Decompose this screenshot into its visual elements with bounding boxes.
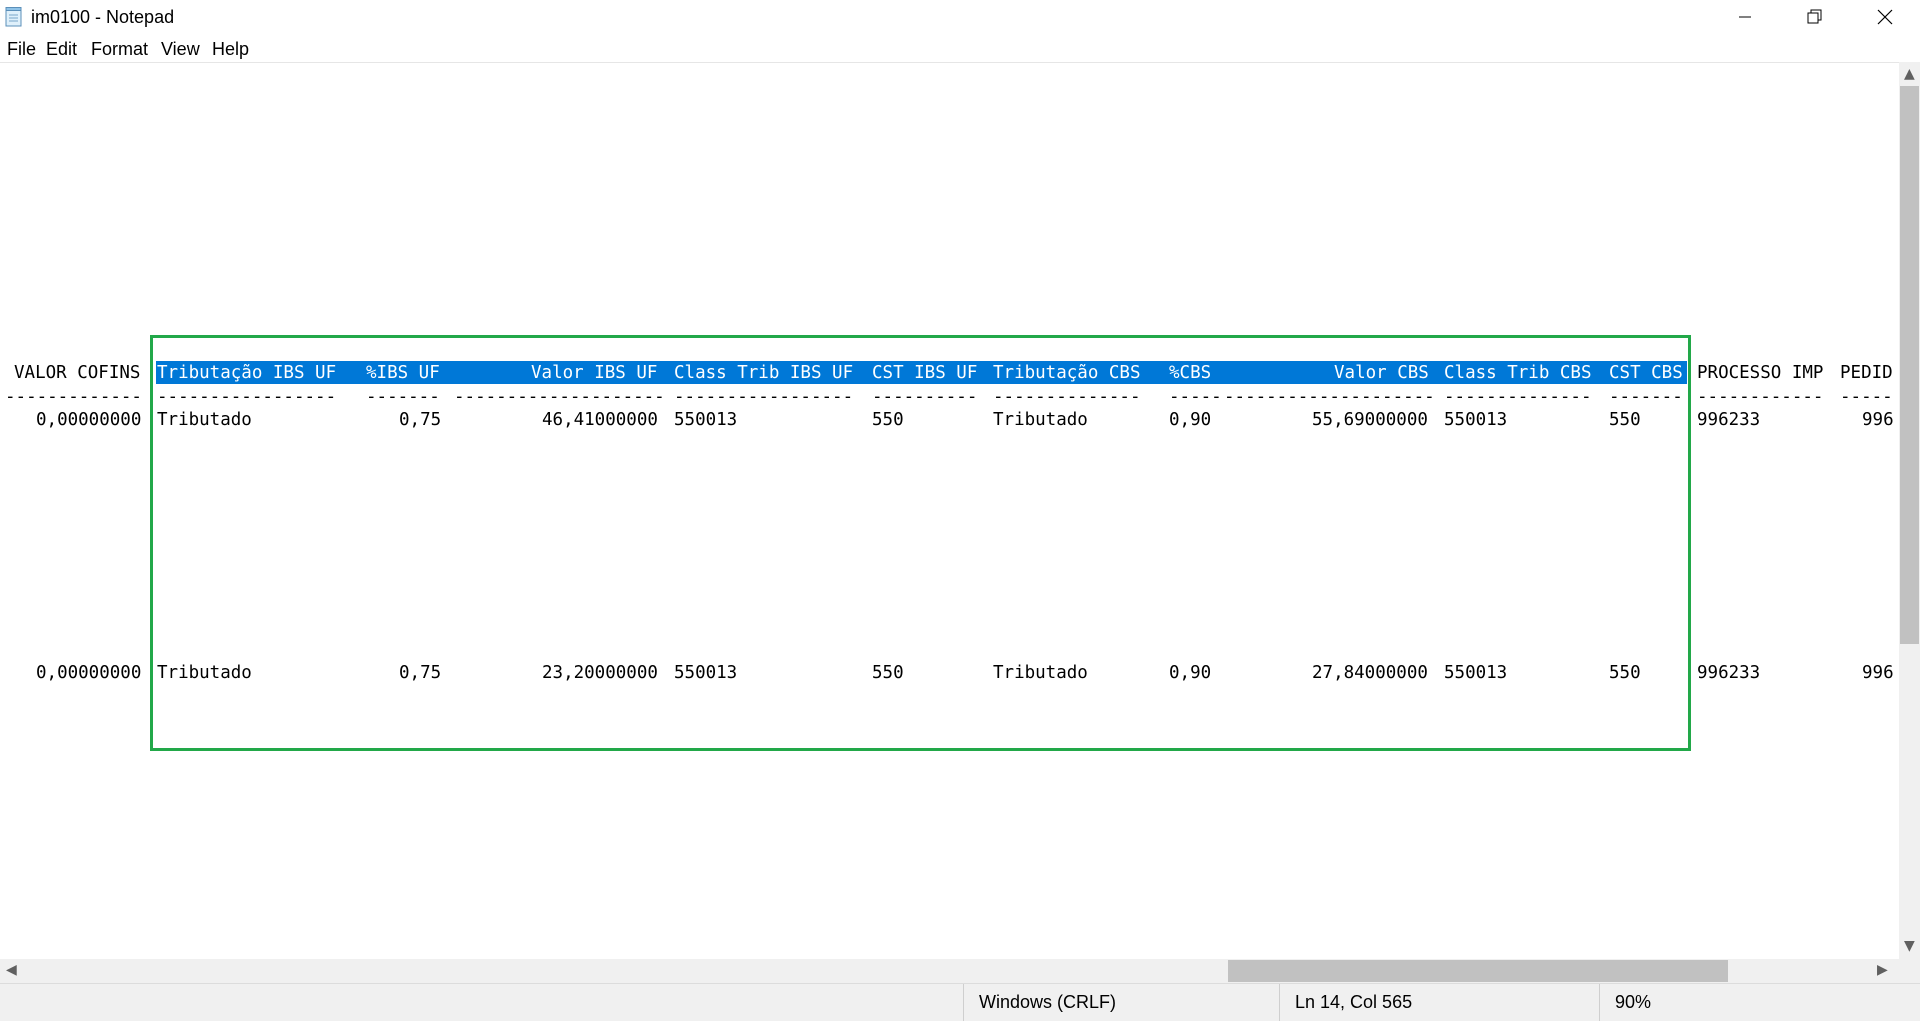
minimize-icon: [1739, 16, 1751, 18]
dash-processo-imp: ------------: [1697, 387, 1824, 407]
horizontal-scrollbar[interactable]: ◀ ▶: [0, 959, 1899, 983]
dash-pedido: -----: [1840, 387, 1893, 407]
close-icon: [1877, 9, 1893, 25]
scrollbar-corner: [1899, 959, 1920, 983]
title-bar: im0100 - Notepad: [0, 0, 1920, 34]
dash-valor-cofins: -------------: [5, 387, 142, 407]
window-title: im0100 - Notepad: [31, 7, 175, 27]
row1-pedido: 996: [1862, 410, 1894, 430]
row2-pedido: 996: [1862, 663, 1894, 683]
row1-processo-imp: 996233: [1697, 410, 1761, 430]
menu-format[interactable]: Format: [91, 39, 148, 60]
scroll-down-icon[interactable]: ▼: [1904, 938, 1915, 954]
close-button[interactable]: [1850, 0, 1920, 34]
status-zoom: 90%: [1599, 984, 1920, 1021]
horizontal-scroll-thumb[interactable]: [1228, 960, 1728, 982]
row2-processo-imp: 996233: [1697, 663, 1761, 683]
menu-edit[interactable]: Edit: [46, 39, 77, 60]
menu-bar: File Edit Format View Help: [0, 36, 1920, 62]
menu-help[interactable]: Help: [212, 39, 249, 60]
row1-valor-cofins: 0,00000000: [36, 410, 142, 430]
header-valor-cofins: VALOR COFINS: [14, 363, 141, 383]
restore-icon: [1807, 9, 1822, 24]
notepad-icon: [5, 7, 22, 27]
scroll-right-icon[interactable]: ▶: [1877, 962, 1888, 978]
scroll-left-icon[interactable]: ◀: [6, 962, 17, 978]
status-line-ending: Windows (CRLF): [963, 984, 1279, 1021]
header-pedido: PEDID: [1840, 363, 1893, 383]
row2-valor-cofins: 0,00000000: [36, 663, 142, 683]
minimize-button[interactable]: [1710, 0, 1780, 34]
status-cursor-position: Ln 14, Col 565: [1279, 984, 1599, 1021]
vertical-scroll-thumb[interactable]: [1900, 86, 1919, 644]
status-bar: Windows (CRLF) Ln 14, Col 565 90%: [0, 983, 1920, 1021]
menu-view[interactable]: View: [161, 39, 200, 60]
scroll-up-icon[interactable]: ▲: [1904, 66, 1915, 82]
menu-file[interactable]: File: [7, 39, 36, 60]
header-processo-imp: PROCESSO IMP: [1697, 363, 1824, 383]
annotation-highlight-box: [150, 335, 1691, 751]
restore-button[interactable]: [1780, 0, 1850, 34]
vertical-scrollbar[interactable]: ▲ ▼: [1899, 62, 1920, 959]
